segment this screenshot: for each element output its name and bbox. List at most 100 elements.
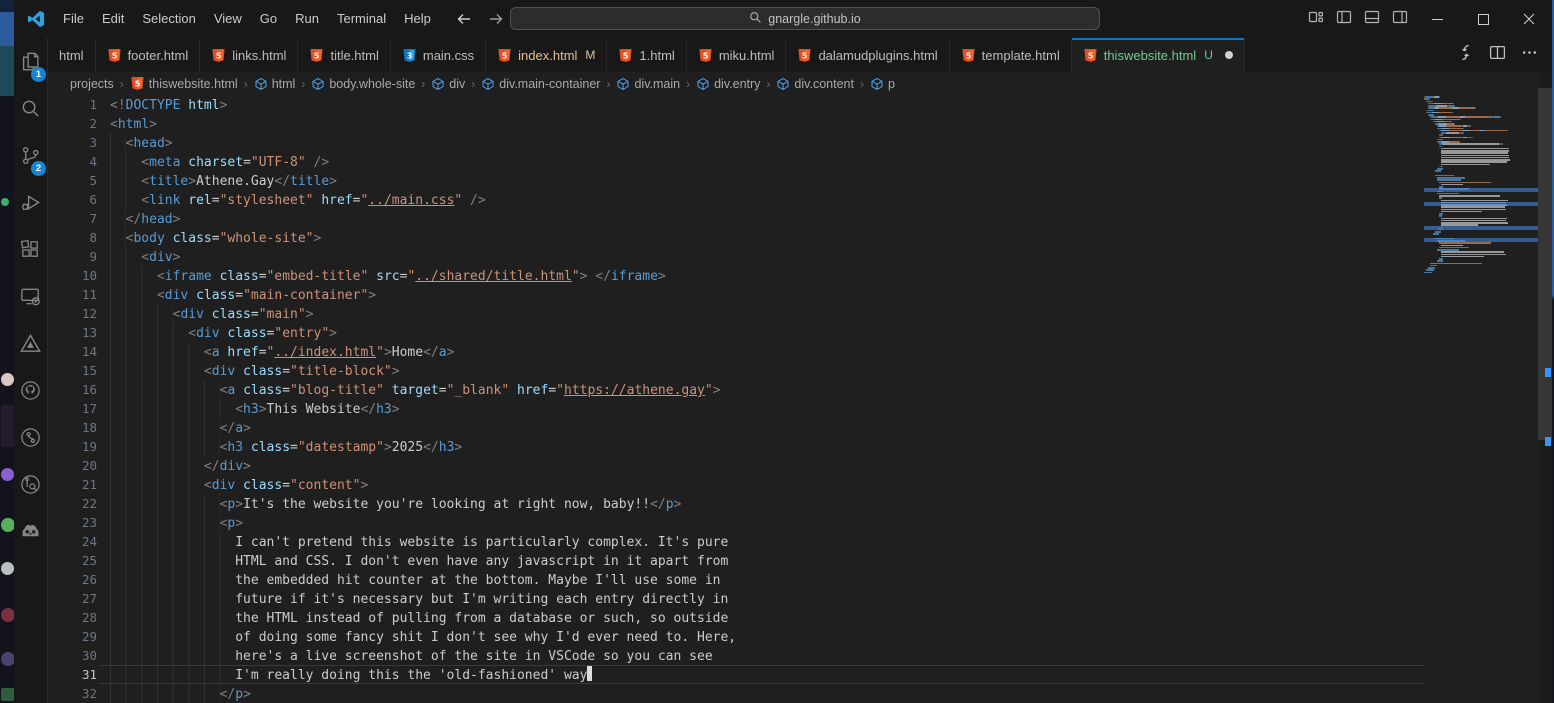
gitlens-icon[interactable] [14,414,47,461]
svg-text:5: 5 [216,51,222,60]
run-debug-icon[interactable] [14,179,47,226]
breadcrumb-item-div[interactable]: div [431,77,465,91]
indent-guides [110,247,141,266]
menu-view[interactable]: View [205,0,251,38]
toggle-primary-sidebar-icon[interactable] [1336,9,1352,30]
nav-back-button[interactable] [456,11,472,27]
a-extension-icon[interactable] [14,320,47,367]
more-actions-icon[interactable] [1521,44,1538,66]
tab-dalamudplugins.html[interactable]: 5dalamudplugins.html [786,38,949,72]
breadcrumb-item-projects[interactable]: projects [70,77,114,91]
editor-scrollbar[interactable] [1538,72,1552,703]
breadcrumb-item-div.content[interactable]: div.content [776,77,854,91]
breadcrumb-item-body.whole-site[interactable]: body.whole-site [311,77,415,91]
code-line-19[interactable]: 19<h3 class="datestamp">2025</h3> [48,437,1552,456]
code-line-16[interactable]: 16<a class="blog-title" target="_blank" … [48,380,1552,399]
code-line-15[interactable]: 15<div class="title-block"> [48,361,1552,380]
split-editor-icon[interactable] [1489,44,1506,66]
code-line-24[interactable]: 24I can't pretend this website is partic… [48,532,1552,551]
line-number: 22 [48,494,97,513]
maximize-button[interactable] [1460,0,1506,38]
code-line-25[interactable]: 25HTML and CSS. I don't even have any ja… [48,551,1552,570]
code-line-29[interactable]: 29of doing some fancy shit I don't see w… [48,627,1552,646]
toggle-secondary-sidebar-icon[interactable] [1392,9,1408,30]
menu-run[interactable]: Run [286,0,328,38]
line-number: 9 [48,247,97,266]
tab-links.html[interactable]: 5links.html [200,38,298,72]
indent-guides [110,171,141,190]
menu-file[interactable]: File [54,0,93,38]
code-line-26[interactable]: 26the embedded hit counter at the bottom… [48,570,1552,589]
code-line-11[interactable]: 11<div class="main-container"> [48,285,1552,304]
breadcrumb-item-div.entry[interactable]: div.entry [696,77,760,91]
tab-footer.html[interactable]: 5footer.html [96,38,201,72]
command-center[interactable]: gnargle.github.io [510,7,1100,30]
code-line-8[interactable]: 8<body class="whole-site"> [48,228,1552,247]
code-line-32[interactable]: 32</p> [48,684,1552,703]
tab-main.css[interactable]: 3main.css [391,38,486,72]
nav-forward-button[interactable] [488,11,504,27]
gitlens-search-icon[interactable] [14,461,47,508]
code-line-20[interactable]: 20</div> [48,456,1552,475]
menu-go[interactable]: Go [251,0,286,38]
breadcrumb-item-html[interactable]: html [254,77,296,91]
code-line-30[interactable]: 30here's a live screenshot of the site i… [48,646,1552,665]
code-line-1[interactable]: 1<!DOCTYPE html> [48,95,1552,114]
minimize-button[interactable] [1414,0,1460,38]
code-line-7[interactable]: 7</head> [48,209,1552,228]
code-line-28[interactable]: 28the HTML instead of pulling from a dat… [48,608,1552,627]
line-number: 13 [48,323,97,342]
breadcrumb-item-thiswebsite.html[interactable]: 5thiswebsite.html [130,76,238,91]
dirty-indicator-icon[interactable] [1225,51,1233,59]
code-line-10[interactable]: 10<iframe class="embed-title" src="../sh… [48,266,1552,285]
tab-thiswebsite.html[interactable]: 5thiswebsite.htmlU [1072,38,1245,72]
close-button[interactable] [1506,0,1552,38]
code-line-4[interactable]: 4<meta charset="UTF-8" /> [48,152,1552,171]
explorer-icon[interactable]: 1 [14,38,47,85]
code-line-23[interactable]: 23<p> [48,513,1552,532]
code-line-6[interactable]: 6<link rel="stylesheet" href="../main.cs… [48,190,1552,209]
tab-miku.html[interactable]: 5miku.html [687,38,787,72]
editor[interactable]: 1<!DOCTYPE html>2<html>3<head>4<meta cha… [48,95,1552,703]
scrollbar-slider[interactable] [1538,88,1552,440]
godot-icon[interactable] [14,508,47,555]
toggle-panel-icon[interactable] [1364,9,1380,30]
tab-label: dalamudplugins.html [818,48,937,63]
code-line-18[interactable]: 18</a> [48,418,1552,437]
activity-bar: 1 2 [14,38,48,703]
compare-changes-icon[interactable] [1457,44,1474,66]
code-line-22[interactable]: 22<p>It's the website you're looking at … [48,494,1552,513]
tab-index.html[interactable]: 5index.htmlM [486,38,607,72]
breadcrumb-item-div.main-container[interactable]: div.main-container [481,77,600,91]
code-line-27[interactable]: 27future if it's necessary but I'm writi… [48,589,1552,608]
tab-title.html[interactable]: 5title.html [298,38,390,72]
tab-html[interactable]: html [48,38,96,72]
breadcrumb-item-p[interactable]: p [870,77,895,91]
code-line-12[interactable]: 12<div class="main"> [48,304,1552,323]
code-line-2[interactable]: 2<html> [48,114,1552,133]
desktop-icon [1,373,14,386]
remote-explorer-icon[interactable] [14,273,47,320]
indent-guides [110,380,220,399]
code-line-17[interactable]: 17<h3>This Website</h3> [48,399,1552,418]
menu-edit[interactable]: Edit [93,0,133,38]
code-line-3[interactable]: 3<head> [48,133,1552,152]
menu-help[interactable]: Help [395,0,440,38]
customize-layout-icon[interactable] [1308,9,1324,30]
minimap[interactable] [1424,95,1538,703]
source-control-icon[interactable]: 2 [14,132,47,179]
extensions-icon[interactable] [14,226,47,273]
code-line-13[interactable]: 13<div class="entry"> [48,323,1552,342]
search-icon[interactable] [14,85,47,132]
code-line-5[interactable]: 5<title>Athene.Gay</title> [48,171,1552,190]
breadcrumb-item-div.main[interactable]: div.main [616,77,680,91]
code-line-9[interactable]: 9<div> [48,247,1552,266]
menu-terminal[interactable]: Terminal [328,0,395,38]
code-line-14[interactable]: 14<a href="../index.html">Home</a> [48,342,1552,361]
tab-1.html[interactable]: 51.html [607,38,686,72]
tab-template.html[interactable]: 5template.html [950,38,1072,72]
desktop-icon [1,608,15,622]
menu-selection[interactable]: Selection [133,0,204,38]
github-icon[interactable] [14,367,47,414]
code-line-21[interactable]: 21<div class="content"> [48,475,1552,494]
